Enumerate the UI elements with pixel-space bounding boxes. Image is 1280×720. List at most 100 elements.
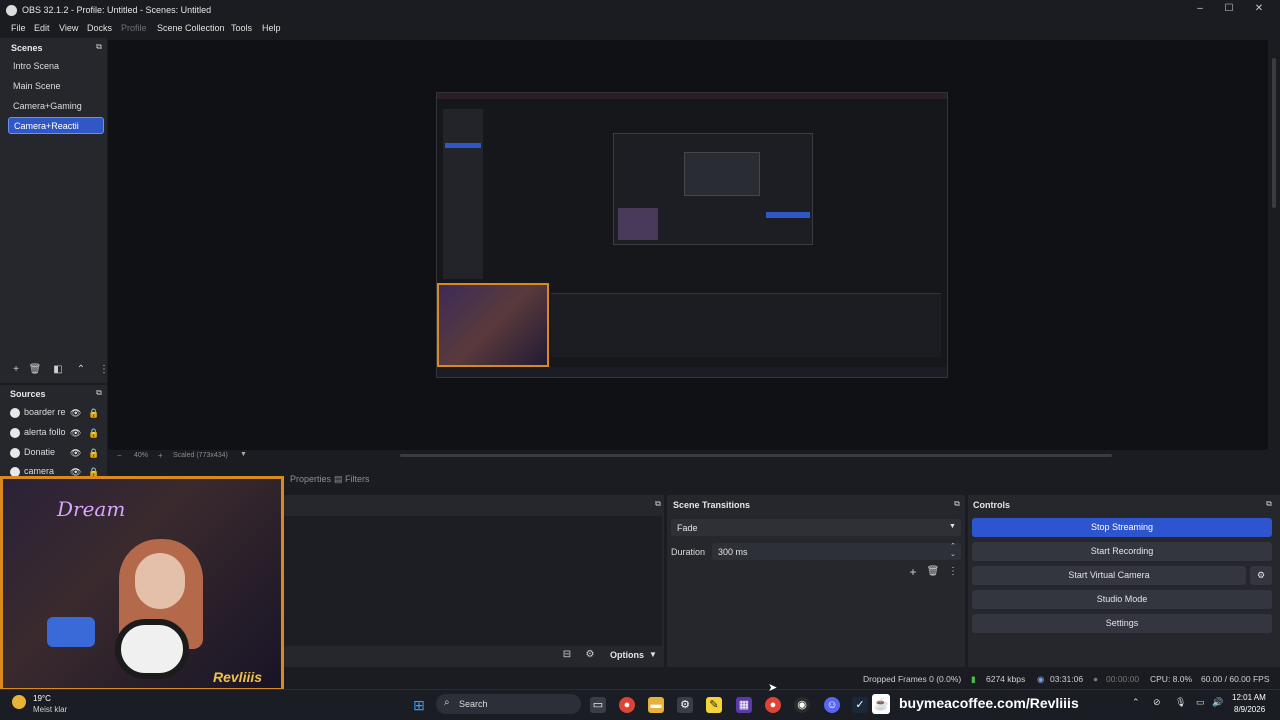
remove-transition-icon[interactable]: 🗑 — [926, 566, 940, 577]
chrome-icon[interactable]: ● — [619, 697, 635, 713]
start-virtual-camera-button[interactable]: Start Virtual Camera — [972, 566, 1246, 585]
mouse-cursor-icon: ➤ — [768, 682, 778, 694]
scene-item[interactable]: Camera+Gaming — [8, 98, 104, 115]
nested-scenes-dock — [443, 109, 483, 279]
menu-bar: File Edit View Docks Profile Scene Colle… — [0, 22, 1280, 37]
lock-icon[interactable]: 🔒 — [88, 448, 99, 459]
tab-filters[interactable]: Filters — [345, 474, 370, 484]
lock-icon[interactable]: 🔒 — [88, 408, 99, 419]
spin-down-icon[interactable]: ⌄ — [950, 550, 956, 558]
nested-lower-docks — [551, 293, 941, 357]
visibility-eye-icon[interactable]: 👁 — [70, 448, 81, 459]
menu-profile[interactable]: Profile — [121, 23, 147, 33]
cat-image — [115, 619, 189, 679]
preview-horizontal-scrollbar[interactable] — [400, 454, 1112, 457]
scene-filters-icon[interactable]: ◧ — [51, 364, 65, 375]
dock-float-icon[interactable]: ⧉ — [92, 388, 106, 398]
transition-more-icon[interactable]: ⋮ — [946, 566, 960, 577]
cpu-usage: CPU: 8.0% — [1150, 674, 1193, 684]
sources-header: Sources — [10, 389, 46, 399]
dock-float-icon[interactable]: ⧉ — [92, 42, 106, 52]
zoom-out-icon[interactable]: − — [117, 451, 122, 460]
menu-tools[interactable]: Tools — [231, 23, 252, 33]
record-time: 00:00:00 — [1106, 674, 1140, 684]
clock-date[interactable]: 8/9/2026 — [1234, 705, 1265, 714]
steam-icon[interactable]: ✓ — [852, 697, 868, 713]
remove-scene-icon[interactable]: 🗑 — [28, 364, 42, 375]
record-icon: ● — [1093, 674, 1099, 684]
scene-item-selected[interactable]: Camera+Reactii — [8, 117, 104, 134]
discord-icon[interactable]: ☺ — [824, 697, 840, 713]
layout-icon[interactable]: ⊟ — [560, 649, 574, 660]
move-up-icon[interactable]: ⌃ — [74, 364, 88, 375]
maximize-button[interactable]: ☐ — [1215, 3, 1243, 19]
visibility-eye-icon[interactable]: 👁 — [70, 408, 81, 419]
tray-chevron-icon[interactable]: ⌃ — [1132, 697, 1140, 708]
coffee-cup-icon: ☕ — [872, 694, 890, 714]
close-button[interactable]: ✕ — [1245, 3, 1273, 19]
microphone-icon[interactable]: 🎙 — [1175, 697, 1186, 708]
minimize-button[interactable]: – — [1186, 3, 1214, 19]
network-icon[interactable]: ▭ — [1196, 697, 1205, 708]
virtual-camera-settings-icon[interactable]: ⚙ — [1250, 566, 1272, 585]
volume-icon[interactable]: 🔊 — [1212, 697, 1223, 708]
search-placeholder: Search — [459, 699, 488, 709]
chevron-down-icon[interactable]: ▼ — [649, 650, 657, 659]
options-button[interactable]: Options — [610, 650, 644, 660]
add-transition-icon[interactable]: + — [906, 565, 920, 579]
store-icon[interactable]: ▦ — [736, 697, 752, 713]
dropped-frames: Dropped Frames 0 (0.0%) — [863, 674, 962, 684]
chevron-down-icon[interactable]: ▼ — [240, 451, 247, 458]
source-item[interactable]: boarder re 👁 🔒 — [10, 407, 100, 423]
tab-properties[interactable]: Properties — [290, 474, 331, 484]
nested-titlebar — [437, 93, 947, 99]
brand-text: Revliiis — [213, 669, 263, 685]
chrome-profile-icon[interactable]: ● — [765, 697, 781, 713]
task-view-icon[interactable]: ▭ — [590, 697, 606, 713]
duration-spinbox[interactable]: 300 ms ⌃ ⌄ — [712, 543, 961, 560]
clock-time[interactable]: 12:01 AM — [1232, 693, 1266, 702]
mixer-settings-icon[interactable]: ⚙ — [583, 649, 597, 660]
preview-canvas[interactable] — [436, 92, 948, 378]
source-label: camera — [24, 466, 55, 476]
settings-app-icon[interactable]: ⚙ — [677, 697, 693, 713]
menu-edit[interactable]: Edit — [34, 23, 50, 33]
nested-selected-scene — [445, 143, 481, 148]
dock-float-icon[interactable]: ⧉ — [651, 499, 665, 509]
visibility-eye-icon[interactable]: 👁 — [70, 428, 81, 439]
menu-view[interactable]: View — [59, 23, 78, 33]
taskbar-search[interactable]: ⌕ Search — [436, 694, 581, 714]
neon-sign-text: Dream — [57, 497, 126, 521]
scene-item[interactable]: Main Scene — [8, 78, 104, 95]
source-item[interactable]: alerta follo 👁 🔒 — [10, 427, 100, 443]
source-label: alerta follo — [24, 427, 66, 437]
stop-streaming-button[interactable]: Stop Streaming — [972, 518, 1272, 537]
dock-float-icon[interactable]: ⧉ — [950, 499, 964, 509]
menu-scene-collection[interactable]: Scene Collection — [157, 23, 225, 33]
preview-vertical-scrollbar[interactable] — [1272, 58, 1276, 208]
add-scene-icon[interactable]: + — [9, 364, 23, 375]
zoom-in-icon[interactable]: + — [158, 451, 163, 460]
file-explorer-icon[interactable]: ▬ — [648, 697, 664, 713]
menu-file[interactable]: File — [11, 23, 26, 33]
start-recording-button[interactable]: Start Recording — [972, 542, 1272, 561]
lock-icon[interactable]: 🔒 — [88, 428, 99, 439]
weather-icon[interactable] — [12, 695, 26, 709]
settings-button[interactable]: Settings — [972, 614, 1272, 633]
menu-help[interactable]: Help — [262, 23, 281, 33]
source-item[interactable]: Donatie 👁 🔒 — [10, 447, 100, 463]
stream-time: 03:31:06 — [1050, 674, 1084, 684]
dock-float-icon[interactable]: ⧉ — [1262, 499, 1276, 509]
windows-start-icon[interactable]: ⊞ — [411, 697, 427, 713]
obs-taskbar-icon[interactable]: ◉ — [794, 697, 810, 713]
menu-docks[interactable]: Docks — [87, 23, 112, 33]
sticky-notes-icon[interactable]: ✎ — [706, 697, 722, 713]
studio-mode-button[interactable]: Studio Mode — [972, 590, 1272, 609]
tray-app-icon[interactable]: ⊘ — [1153, 697, 1161, 708]
scene-item[interactable]: Intro Scena — [8, 58, 104, 75]
light-prop — [47, 617, 95, 647]
support-banner: ☕ buymeacoffee.com/Revliiis — [868, 690, 1098, 718]
source-type-icon — [10, 427, 20, 438]
transition-select[interactable]: Fade ▼ — [671, 519, 961, 536]
spin-up-icon[interactable]: ⌃ — [950, 542, 956, 550]
